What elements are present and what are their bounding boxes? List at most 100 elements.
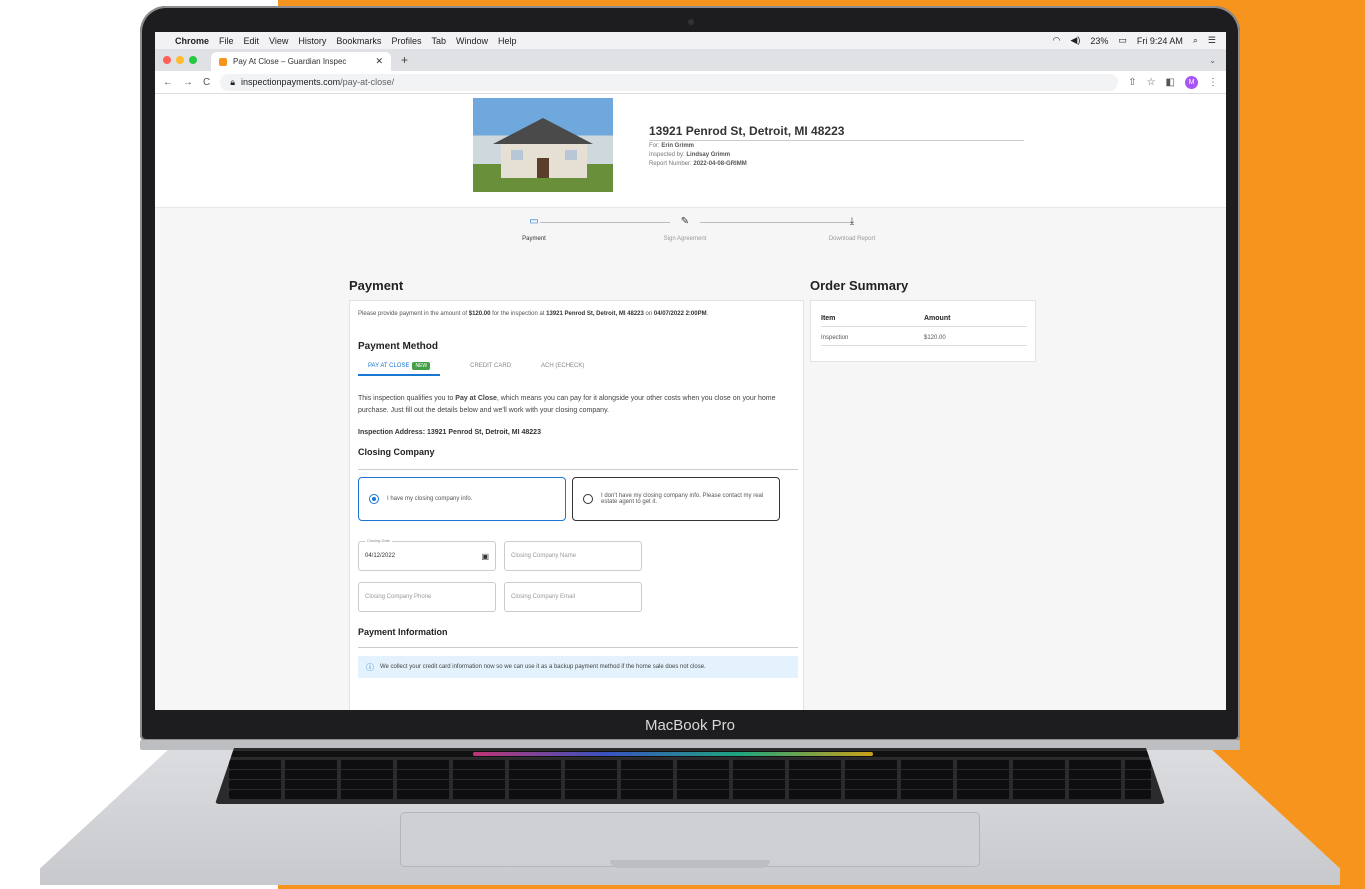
col-amount: Amount (924, 315, 951, 322)
download-icon: ⤓ (849, 216, 855, 227)
report-number: 2022-04-08-GRIMM (693, 161, 747, 167)
row-amount: $120.00 (924, 335, 946, 341)
divider (358, 469, 798, 470)
side-panel-icon[interactable]: ◧ (1166, 77, 1175, 88)
menu-view[interactable]: View (269, 36, 288, 46)
intro-address: 13921 Penrod St, Detroit, MI 48223 (546, 311, 644, 317)
menu-window[interactable]: Window (456, 36, 488, 46)
address-bar: ← → C 🔒︎ inspectionpayments.com/pay-at-c… (155, 71, 1226, 94)
forward-icon[interactable]: → (183, 77, 193, 88)
step-label: Download Report (828, 236, 876, 242)
pay-at-close-description: This inspection qualifies you to Pay at … (358, 395, 776, 414)
menu-history[interactable]: History (298, 36, 326, 46)
step-download-report: ⤓ Download Report (792, 214, 912, 242)
lid-notch (610, 860, 770, 868)
menu-tab[interactable]: Tab (431, 36, 446, 46)
house-photo (473, 98, 613, 192)
key-row (229, 770, 1151, 779)
payment-amount: $120.00 (468, 311, 491, 317)
new-badge: NEW (412, 362, 431, 370)
menu-chrome[interactable]: Chrome (175, 36, 209, 46)
clock[interactable]: Fri 9:24 AM (1137, 36, 1183, 46)
window-controls (163, 56, 197, 64)
closing-company-phone-field[interactable]: Closing Company Phone (358, 582, 496, 612)
battery-icon[interactable]: ▭ (1118, 35, 1127, 46)
more-menu-icon[interactable]: ⋮ (1208, 77, 1218, 88)
closing-company-email-field[interactable]: Closing Company Email (504, 582, 642, 612)
favicon-icon (219, 57, 227, 66)
share-icon[interactable]: ⇧ (1128, 77, 1136, 88)
wifi-icon[interactable]: ◠ (1053, 35, 1061, 46)
closing-date-field[interactable]: Closing Date 04/12/2022 ▣ (358, 538, 496, 571)
table-row: Inspection $120.00 (821, 335, 1027, 346)
zoom-window-icon[interactable] (189, 56, 197, 64)
volume-icon[interactable]: ◀︎) (1070, 35, 1080, 46)
control-center-icon[interactable]: ☰ (1208, 35, 1216, 46)
key-row (229, 790, 1151, 799)
radio-empty-icon[interactable] (583, 494, 593, 504)
inspection-date: 04/07/2022 2:00PM (653, 311, 707, 317)
url-input[interactable]: 🔒︎ inspectionpayments.com/pay-at-close/ (220, 73, 1119, 91)
reload-icon[interactable]: C (203, 77, 210, 88)
tab-pay-at-close[interactable]: PAY AT CLOSE NEW (358, 362, 441, 376)
radio-label: I don't have my closing company info. Pl… (601, 493, 764, 505)
calendar-icon[interactable]: ▣ (481, 552, 489, 561)
backup-payment-notice: ⓘ We collect your credit card informatio… (358, 656, 798, 678)
step-payment: ▭ Payment (474, 214, 594, 242)
keyboard (215, 748, 1165, 804)
touch-bar (223, 751, 1157, 757)
tab-ach[interactable]: ACH (ECHECK) (541, 363, 584, 376)
url-host: inspectionpayments.com (241, 77, 341, 87)
close-tab-icon[interactable]: ✕ (375, 56, 383, 67)
status-area: ◠ ◀︎) 23% ▭ Fri 9:24 AM ⌕ ☰ (1053, 35, 1216, 46)
menu-profiles[interactable]: Profiles (391, 36, 421, 46)
radio-have-info[interactable]: I have my closing company info. (358, 477, 566, 521)
property-address: 13921 Penrod St, Detroit, MI 48223 (649, 124, 1024, 141)
payment-method-title: Payment Method (358, 341, 439, 352)
name-placeholder: Closing Company Name (511, 553, 577, 559)
minimize-window-icon[interactable] (176, 56, 184, 64)
tab-credit-card[interactable]: CREDIT CARD (470, 363, 511, 376)
closing-company-title: Closing Company (358, 447, 435, 457)
back-icon[interactable]: ← (163, 77, 173, 88)
profile-avatar[interactable]: M (1185, 75, 1198, 89)
inspection-address: Inspection Address: 13921 Penrod St, Det… (358, 429, 541, 436)
menu-help[interactable]: Help (498, 36, 517, 46)
inspected-label: Inspected by: (649, 152, 685, 158)
new-tab-button[interactable]: + (401, 53, 408, 67)
browser-tab[interactable]: Pay At Close – Guardian Inspec ✕ (211, 52, 391, 71)
closing-company-name-field[interactable]: Closing Company Name (504, 541, 642, 571)
key-row (229, 760, 1151, 769)
report-label: Report Number: (649, 161, 692, 167)
search-icon[interactable]: ⌕ (1193, 35, 1198, 46)
phone-placeholder: Closing Company Phone (365, 594, 432, 600)
step-label: Payment (522, 236, 546, 242)
radio-dont-have-info[interactable]: I don't have my closing company info. Pl… (572, 477, 780, 521)
pencil-icon: ✎ (680, 216, 690, 227)
closing-date-value: 04/12/2022 (365, 553, 396, 559)
client-name: Erin Grimm (661, 143, 695, 149)
laptop-base (40, 740, 1340, 885)
summary-header-row: Item Amount (821, 315, 1027, 327)
menu-bookmarks[interactable]: Bookmarks (336, 36, 381, 46)
key-row (229, 780, 1151, 789)
bookmark-star-icon[interactable]: ☆ (1147, 77, 1156, 88)
inspector-name: Lindsay Grimm (686, 152, 731, 158)
report-meta: For: Erin Grimm Inspected by: Lindsay Gr… (649, 142, 747, 169)
tab-search-icon[interactable]: ⌄ (1209, 56, 1216, 65)
credit-card-icon: ▭ (529, 216, 539, 227)
payment-intro: Please provide payment in the amount of … (358, 311, 709, 317)
order-summary-title: Order Summary (810, 278, 909, 293)
close-window-icon[interactable] (163, 56, 171, 64)
trackpad (400, 812, 980, 867)
tab-title: Pay At Close – Guardian Inspec (233, 57, 347, 66)
menu-edit[interactable]: Edit (244, 36, 260, 46)
tab-bar: Pay At Close – Guardian Inspec ✕ + ⌄ (155, 49, 1226, 71)
menu-file[interactable]: File (219, 36, 234, 46)
camera-icon (688, 19, 694, 25)
radio-selected-icon[interactable] (369, 494, 379, 504)
url-path: /pay-at-close/ (340, 77, 395, 87)
device-label: MacBook Pro (644, 717, 736, 734)
mac-menubar: Chrome File Edit View History Bookmarks … (155, 32, 1226, 49)
step-label: Sign Agreement (663, 236, 707, 242)
